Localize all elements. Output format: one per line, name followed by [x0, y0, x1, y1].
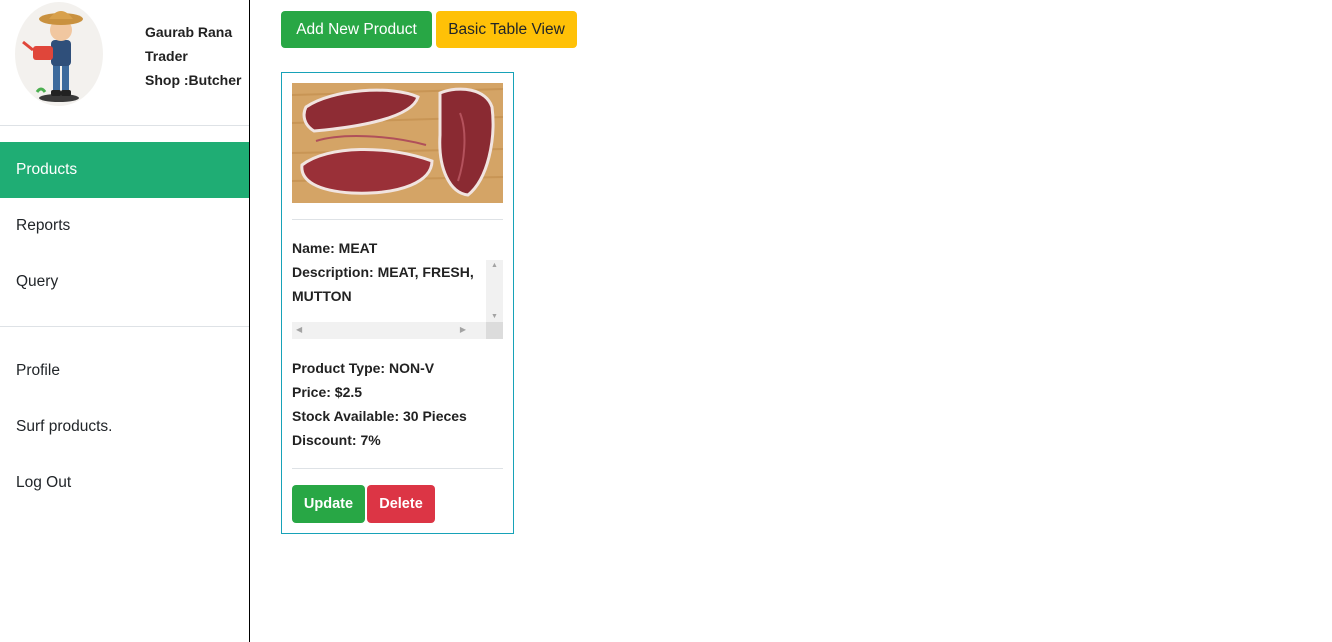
farmer-avatar: [15, 2, 103, 106]
product-details: Product Type: NON-V Price: $2.5 Stock Av…: [292, 356, 467, 452]
card-divider-top: [292, 219, 503, 220]
sidebar: Gaurab Rana Trader Shop :Butcher Product…: [0, 0, 250, 642]
card-divider-bottom: [292, 468, 503, 469]
user-role: Trader: [145, 48, 188, 64]
sidebar-item-label: Log Out: [16, 474, 72, 491]
scroll-left-icon[interactable]: ◀: [296, 325, 302, 334]
sidebar-divider-bottom: [0, 326, 249, 327]
profile-header: Gaurab Rana Trader Shop :Butcher: [0, 0, 249, 125]
horizontal-scrollbar[interactable]: ◀ ▶: [292, 322, 486, 339]
meat-photo-icon: [291, 83, 504, 203]
product-image: [291, 83, 504, 203]
farmer-avatar-icon: [22, 11, 83, 102]
scroll-right-icon[interactable]: ▶: [460, 325, 466, 334]
delete-button[interactable]: Delete: [367, 485, 435, 523]
sidebar-item-label: Surf products.: [16, 418, 113, 435]
product-card: Name: MEAT Description: MEAT, FRESH, MUT…: [281, 72, 514, 534]
add-new-product-button[interactable]: Add New Product: [281, 11, 432, 48]
description-scrollbox[interactable]: Description: MEAT, FRESH, MUTTON ▲ ▼ ◀ ▶: [292, 236, 503, 340]
user-shop: Shop :Butcher: [145, 72, 242, 88]
sidebar-item-products[interactable]: Products: [0, 142, 249, 198]
product-type: Product Type: NON-V: [292, 360, 435, 376]
scroll-corner: [486, 322, 503, 339]
sidebar-item-surf-products[interactable]: Surf products.: [0, 399, 249, 455]
scroll-up-icon[interactable]: ▲: [491, 262, 498, 269]
product-price: Price: $2.5: [292, 384, 363, 400]
basic-table-view-button[interactable]: Basic Table View: [436, 11, 577, 48]
sidebar-item-reports[interactable]: Reports: [0, 198, 249, 254]
sidebar-item-label: Query: [16, 273, 59, 290]
sidebar-item-query[interactable]: Query: [0, 254, 249, 310]
sidebar-item-profile[interactable]: Profile: [0, 343, 249, 399]
scroll-down-icon[interactable]: ▼: [491, 313, 498, 320]
product-stock: Stock Available: 30 Pieces: [292, 408, 467, 424]
update-button[interactable]: Update: [292, 485, 365, 523]
sidebar-divider-top: [0, 125, 249, 126]
vertical-scrollbar[interactable]: ▲ ▼: [486, 260, 503, 322]
user-info: Gaurab Rana Trader Shop :Butcher: [145, 20, 241, 92]
product-description: Description: MEAT, FRESH, MUTTON: [292, 264, 474, 304]
product-discount: Discount: 7%: [292, 432, 381, 448]
sidebar-item-label: Products: [16, 161, 78, 178]
user-name: Gaurab Rana: [145, 24, 233, 40]
sidebar-item-label: Profile: [16, 362, 60, 379]
sidebar-item-logout[interactable]: Log Out: [0, 455, 249, 511]
sidebar-item-label: Reports: [16, 217, 71, 234]
